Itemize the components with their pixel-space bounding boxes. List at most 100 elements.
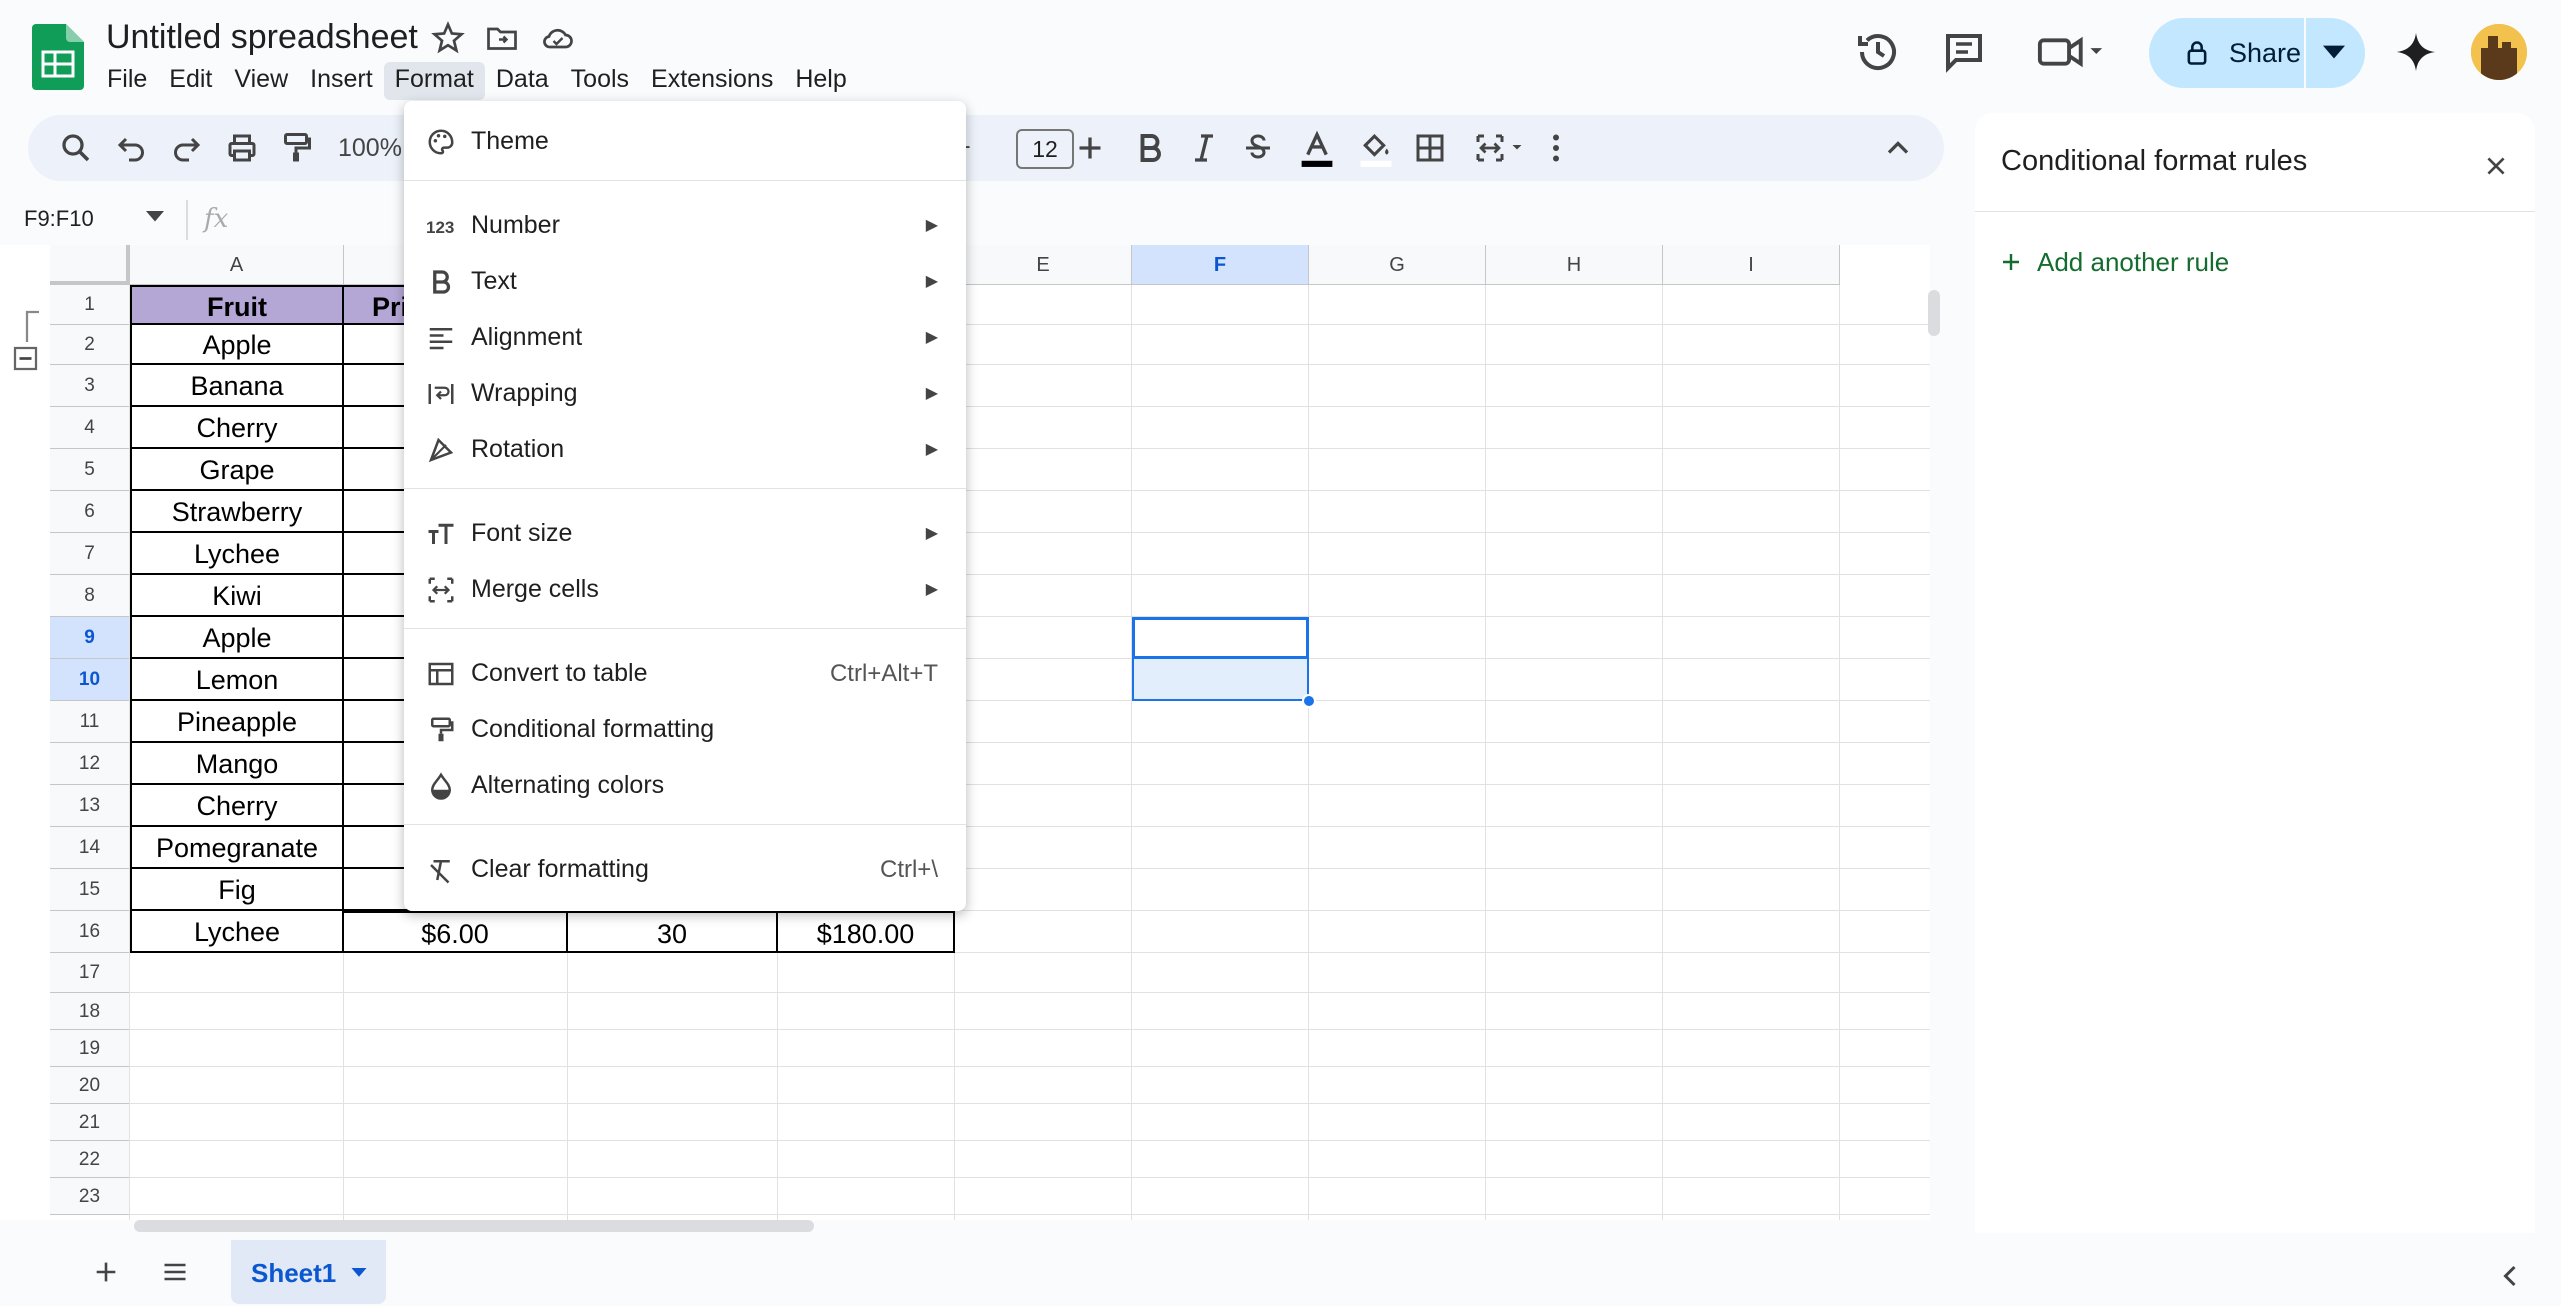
zoom-select[interactable]: 100% (338, 134, 402, 163)
row-header-12[interactable]: 12 (50, 743, 130, 785)
cell-fruit[interactable]: Lemon (130, 659, 344, 701)
document-title[interactable]: Untitled spreadsheet (106, 18, 418, 57)
menu-item-alternating-colors[interactable]: Alternating colors (404, 757, 966, 813)
avatar[interactable] (2471, 24, 2527, 80)
cell-fruit[interactable]: Apple (130, 617, 344, 659)
side-panel-toggle-icon[interactable] (2500, 1264, 2520, 1288)
row-header-15[interactable]: 15 (50, 869, 130, 911)
row-header-14[interactable]: 14 (50, 827, 130, 869)
row-header-2[interactable]: 2 (50, 325, 130, 365)
menu-item-wrapping[interactable]: Wrapping ▶ (404, 365, 966, 421)
cell-row16-total[interactable]: $180.00 (778, 911, 955, 953)
row-header-11[interactable]: 11 (50, 701, 130, 743)
menu-item-number[interactable]: 123 Number ▶ (404, 197, 966, 253)
cell-fruit[interactable]: Apple (130, 325, 344, 365)
horizontal-scrollbar[interactable] (134, 1220, 814, 1232)
cell-fruit[interactable]: Cherry (130, 785, 344, 827)
paint-format-icon[interactable] (278, 130, 314, 166)
meet-video-icon[interactable] (2036, 28, 2106, 76)
cell-a1-fruit[interactable]: Fruit (130, 285, 344, 325)
italic-icon[interactable] (1186, 130, 1222, 166)
undo-icon[interactable] (114, 130, 150, 166)
move-folder-icon[interactable] (484, 20, 520, 56)
row-header-6[interactable]: 6 (50, 491, 130, 533)
name-box[interactable]: F9:F10 (24, 206, 94, 232)
menu-item-convert-to-table[interactable]: Convert to table Ctrl+Alt+T (404, 645, 966, 701)
row-header-10[interactable]: 10 (50, 659, 130, 701)
menu-view[interactable]: View (223, 62, 299, 100)
menu-help[interactable]: Help (784, 62, 857, 100)
menu-item-clear-formatting[interactable]: Clear formatting Ctrl+\ (404, 841, 966, 897)
cell-fruit[interactable]: Banana (130, 365, 344, 407)
cell-fruit[interactable]: Lychee (130, 911, 344, 953)
cell-fruit[interactable]: Strawberry (130, 491, 344, 533)
row-header-9[interactable]: 9 (50, 617, 130, 659)
merge-cells-icon[interactable] (1468, 130, 1530, 166)
menu-item-text[interactable]: Text ▶ (404, 253, 966, 309)
sheet-tab-dropdown-icon[interactable] (351, 1268, 367, 1278)
add-sheet-icon[interactable] (92, 1258, 120, 1286)
menu-file[interactable]: File (96, 62, 158, 100)
row-header-1[interactable]: 1 (50, 285, 130, 325)
row-header-7[interactable]: 7 (50, 533, 130, 575)
print-icon[interactable] (224, 130, 260, 166)
cell-row16-price[interactable]: $6.00 (344, 911, 568, 953)
column-header-a[interactable]: A (130, 245, 344, 285)
redo-icon[interactable] (168, 130, 204, 166)
row-header-23[interactable]: 23 (50, 1178, 130, 1215)
menu-item-conditional-formatting[interactable]: Conditional formatting (404, 701, 966, 757)
cloud-saved-icon[interactable] (540, 20, 576, 56)
menu-item-font-size[interactable]: Font size ▶ (404, 505, 966, 561)
row-header-18[interactable]: 18 (50, 993, 130, 1030)
cell-fruit[interactable]: Fig (130, 869, 344, 911)
cell-fruit[interactable]: Pomegranate (130, 827, 344, 869)
menu-extensions[interactable]: Extensions (640, 62, 784, 100)
menu-data[interactable]: Data (485, 62, 560, 100)
row-header-4[interactable]: 4 (50, 407, 130, 449)
column-header-e[interactable]: E (955, 245, 1132, 285)
row-header-3[interactable]: 3 (50, 365, 130, 407)
row-header-17[interactable]: 17 (50, 953, 130, 993)
star-icon[interactable] (430, 20, 466, 56)
menu-edit[interactable]: Edit (158, 62, 223, 100)
row-header-20[interactable]: 20 (50, 1067, 130, 1104)
more-options-icon[interactable] (1538, 130, 1574, 166)
sheets-logo-icon[interactable] (32, 24, 84, 90)
row-header-21[interactable]: 21 (50, 1104, 130, 1141)
name-box-dropdown-icon[interactable] (146, 211, 164, 223)
column-header-i[interactable]: I (1663, 245, 1840, 285)
row-header-5[interactable]: 5 (50, 449, 130, 491)
select-all-corner[interactable] (50, 245, 130, 285)
menu-item-theme[interactable]: Theme (404, 113, 966, 169)
fill-handle[interactable] (1302, 694, 1316, 708)
text-color-icon[interactable] (1296, 130, 1338, 170)
cell-fruit[interactable]: Pineapple (130, 701, 344, 743)
menu-insert[interactable]: Insert (299, 62, 384, 100)
cell-fruit[interactable]: Mango (130, 743, 344, 785)
menu-item-merge-cells[interactable]: Merge cells ▶ (404, 561, 966, 617)
strikethrough-icon[interactable] (1240, 130, 1276, 166)
vertical-scrollbar[interactable] (1928, 290, 1940, 336)
sheet-tab-sheet1[interactable]: Sheet1 (231, 1240, 386, 1304)
borders-icon[interactable] (1412, 130, 1448, 166)
group-collapse-icon[interactable] (12, 308, 42, 376)
share-dropdown-icon[interactable] (2323, 44, 2345, 62)
fill-color-icon[interactable] (1356, 130, 1396, 170)
close-icon[interactable] (2483, 153, 2509, 179)
row-header-16[interactable]: 16 (50, 911, 130, 953)
gemini-spark-icon[interactable] (2393, 28, 2439, 76)
active-cell-f9[interactable] (1132, 617, 1309, 659)
cell-fruit[interactable]: Lychee (130, 533, 344, 575)
menu-item-alignment[interactable]: Alignment ▶ (404, 309, 966, 365)
cell-fruit[interactable]: Grape (130, 449, 344, 491)
row-header-13[interactable]: 13 (50, 785, 130, 827)
bold-icon[interactable] (1132, 130, 1168, 166)
share-button[interactable]: Share (2149, 18, 2365, 88)
cell-row16-qty[interactable]: 30 (568, 911, 778, 953)
menu-tools[interactable]: Tools (560, 62, 640, 100)
all-sheets-icon[interactable] (160, 1258, 190, 1286)
column-header-f[interactable]: F (1132, 245, 1309, 285)
row-header-19[interactable]: 19 (50, 1030, 130, 1067)
comments-icon[interactable] (1940, 28, 1988, 76)
column-header-h[interactable]: H (1486, 245, 1663, 285)
